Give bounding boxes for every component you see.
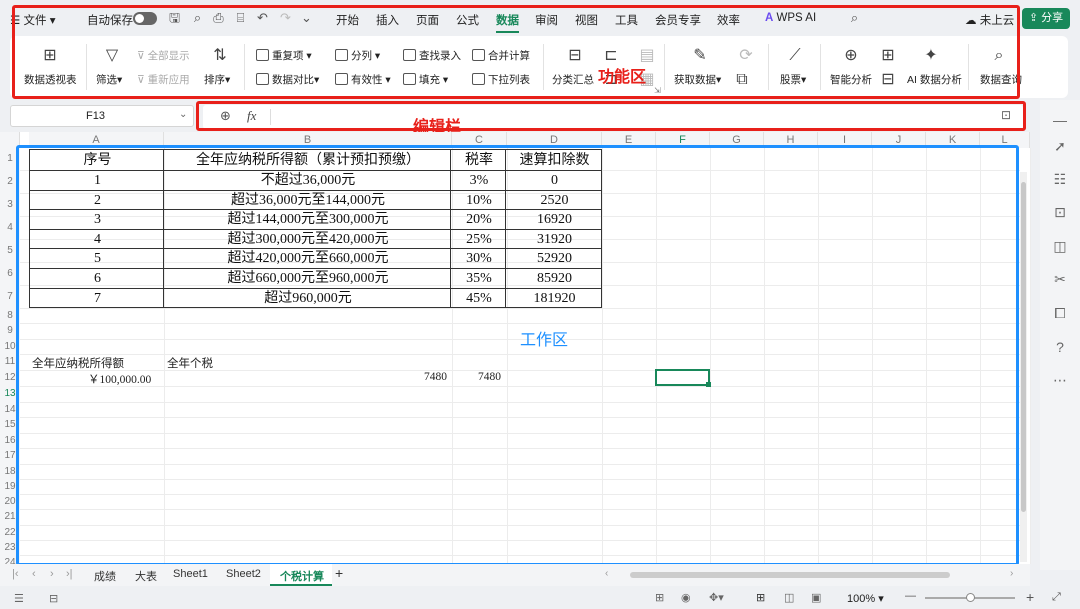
chevron-down-icon[interactable]: ⌄	[179, 109, 187, 120]
record-icon[interactable]: ⊟	[49, 592, 58, 605]
first-sheet-icon[interactable]: |‹	[12, 568, 19, 580]
sheet-tab-bar: |‹ ‹ › ›| 成绩 大表 Sheet1 Sheet2 个税计算 + ‹ ›	[0, 564, 1030, 586]
share-button[interactable]: ⇪ 分享	[1022, 8, 1070, 29]
page-break-icon[interactable]: ▣	[811, 591, 821, 604]
zoom-level[interactable]: 100% ▾	[847, 592, 884, 605]
next-sheet-icon[interactable]: ›	[50, 568, 54, 580]
zoom-out-icon[interactable]: —	[905, 590, 916, 602]
cell-reference: F13	[86, 110, 105, 122]
tab-sheet2[interactable]: Sheet2	[226, 568, 261, 580]
ribbon-annotation-label: 功能区	[598, 69, 647, 86]
add-sheet-icon[interactable]: +	[335, 565, 343, 581]
chart-icon[interactable]: ◫	[1052, 238, 1068, 254]
tab-tax-calc[interactable]: 个税计算	[270, 564, 332, 586]
last-sheet-icon[interactable]: ›|	[66, 568, 73, 580]
sheet-list-icon[interactable]: ☰	[14, 592, 24, 605]
collapse-panel-icon[interactable]: —	[1052, 112, 1068, 128]
work-area-highlight-box	[16, 145, 1019, 566]
layout-icon[interactable]: ⊞	[655, 591, 664, 604]
zoom-in-icon[interactable]: +	[1026, 589, 1034, 605]
ribbon-highlight-box	[12, 5, 1020, 99]
formula-bar-highlight-box	[196, 101, 1026, 131]
tab-tax-calc-label: 个税计算	[280, 571, 324, 583]
status-bar: ☰ ⊟ ⊞ ◉ ✥▾ ⊞ ◫ ▣ 100% ▾ — + ⤢	[0, 588, 1080, 609]
fullscreen-icon[interactable]: ⤢	[1052, 591, 1061, 604]
zoom-slider[interactable]	[925, 593, 1015, 602]
settings-sliders-icon[interactable]: ☷	[1052, 171, 1068, 187]
help-icon[interactable]: ?	[1052, 339, 1068, 355]
navigation-icon[interactable]: ✥▾	[709, 591, 724, 604]
vertical-scrollbar[interactable]	[1020, 172, 1027, 562]
right-side-panel: — ➚ ☷ ⊡ ◫ ✂ ⧠ ? ⋯	[1040, 100, 1080, 570]
share-label: 分享	[1041, 12, 1064, 24]
zoom-slider-handle[interactable]	[966, 593, 975, 602]
page-layout-icon[interactable]: ◫	[784, 591, 794, 604]
zoom-value: 100%	[847, 593, 876, 605]
tab-grades[interactable]: 成绩	[94, 568, 116, 584]
comment-icon[interactable]: ⊡	[1052, 204, 1068, 220]
select-cursor-icon[interactable]: ➚	[1052, 138, 1068, 154]
vertical-scroll-thumb[interactable]	[1021, 182, 1026, 512]
column-gridline	[1030, 148, 1031, 564]
prev-sheet-icon[interactable]: ‹	[32, 568, 36, 580]
book-icon[interactable]: ⧠	[1052, 305, 1068, 321]
scroll-left-icon[interactable]: ‹	[605, 568, 608, 579]
horizontal-scrollbar[interactable]	[630, 572, 950, 578]
name-box[interactable]: F13 ⌄	[10, 105, 194, 127]
tab-sheet1[interactable]: Sheet1	[173, 568, 208, 580]
tab-big-table[interactable]: 大表	[135, 568, 157, 584]
more-icon[interactable]: ⋯	[1052, 372, 1068, 388]
tools-icon[interactable]: ✂	[1052, 271, 1068, 287]
scroll-right-icon[interactable]: ›	[1010, 568, 1013, 579]
normal-view-icon[interactable]: ⊞	[756, 591, 765, 604]
eye-protection-icon[interactable]: ◉	[681, 591, 691, 604]
